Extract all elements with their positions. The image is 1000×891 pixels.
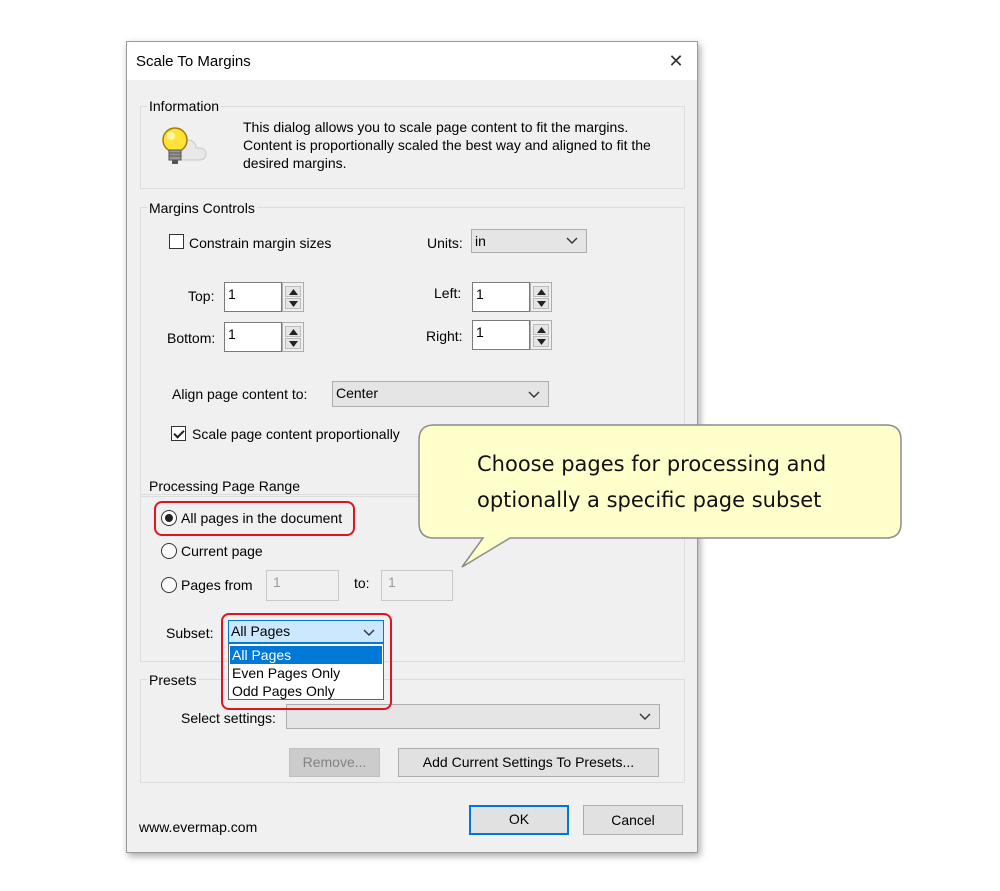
title-bar: Scale To Margins ✕ [127,42,697,80]
pages-from-value: 1 [273,574,281,590]
units-select[interactable]: in [471,229,587,253]
subset-value: All Pages [231,623,291,639]
align-content-value: Center [336,385,379,401]
current-page-label: Current page [181,543,263,559]
pages-from-input[interactable]: 1 [266,570,339,601]
information-text-line-1: This dialog allows you to scale page con… [243,119,629,135]
top-margin-input[interactable]: 1 [224,282,282,312]
spin-down-icon[interactable] [285,338,301,349]
right-margin-value: 1 [476,324,484,340]
subset-select[interactable]: All Pages [228,620,384,643]
subset-label: Subset: [166,625,214,641]
all-pages-radio[interactable] [161,510,177,526]
top-margin-spinner[interactable] [282,282,304,312]
ok-button[interactable]: OK [469,805,569,835]
right-label: Right: [426,328,463,344]
dialog-title: Scale To Margins [136,53,251,70]
left-margin-input[interactable]: 1 [472,282,530,312]
top-margin-value: 1 [228,286,236,302]
subset-option-odd-pages[interactable]: Odd Pages Only [230,682,382,700]
remove-preset-button[interactable]: Remove... [289,748,380,777]
chevron-down-icon [363,629,375,636]
bottom-label: Bottom: [167,330,216,346]
align-content-select[interactable]: Center [332,381,549,407]
margins-controls-label: Margins Controls [147,200,257,216]
bottom-margin-spinner[interactable] [282,322,304,352]
chevron-down-icon [639,713,651,720]
evermap-link[interactable]: www.evermap.com [139,819,257,835]
information-text-line-2: Content is proportionally scaled the bes… [243,137,651,153]
units-label: Units: [427,235,463,251]
information-text-line-3: desired margins. [243,155,347,171]
left-label: Left: [434,285,462,301]
chevron-down-icon [566,237,578,244]
select-settings-label: Select settings: [181,710,276,726]
left-margin-value: 1 [476,286,484,302]
spin-up-icon[interactable] [285,326,301,337]
cancel-button[interactable]: Cancel [583,805,683,835]
align-content-label: Align page content to: [172,386,308,402]
pages-from-label: Pages from [181,577,253,593]
callout-text-line-2: optionally a specific page subset [477,488,822,512]
subset-option-even-pages[interactable]: Even Pages Only [230,664,382,682]
bottom-margin-input[interactable]: 1 [224,322,282,352]
subset-option-all-pages[interactable]: All Pages [230,646,382,664]
chevron-down-icon [528,391,540,398]
constrain-margin-label: Constrain margin sizes [189,235,332,251]
right-margin-input[interactable]: 1 [472,320,530,350]
pages-from-radio[interactable] [161,577,177,593]
current-page-radio[interactable] [161,543,177,559]
add-current-settings-button[interactable]: Add Current Settings To Presets... [398,748,659,777]
close-icon[interactable]: ✕ [663,48,689,74]
constrain-margin-checkbox[interactable] [169,234,184,249]
right-margin-spinner[interactable] [530,320,552,350]
scale-proportionally-label: Scale page content proportionally [192,426,400,442]
spin-up-icon[interactable] [533,286,549,297]
top-label: Top: [188,288,215,304]
page-range-label: Processing Page Range [147,478,302,494]
callout-text-line-1: Choose pages for processing and [477,452,827,476]
bottom-margin-value: 1 [228,326,236,342]
pages-to-value: 1 [388,574,396,590]
spin-up-icon[interactable] [285,286,301,297]
scale-proportionally-checkbox[interactable] [171,426,186,441]
spin-down-icon[interactable] [533,298,549,309]
information-label: Information [147,98,222,114]
all-pages-label: All pages in the document [181,510,343,526]
units-value: in [475,233,486,249]
pages-to-label: to: [354,575,370,591]
spin-up-icon[interactable] [533,324,549,335]
lightbulb-icon [162,127,207,164]
subset-dropdown-list: All Pages Even Pages Only Odd Pages Only [228,643,384,700]
left-margin-spinner[interactable] [530,282,552,312]
spin-down-icon[interactable] [533,336,549,347]
presets-label: Presets [147,672,199,688]
spin-down-icon[interactable] [285,298,301,309]
